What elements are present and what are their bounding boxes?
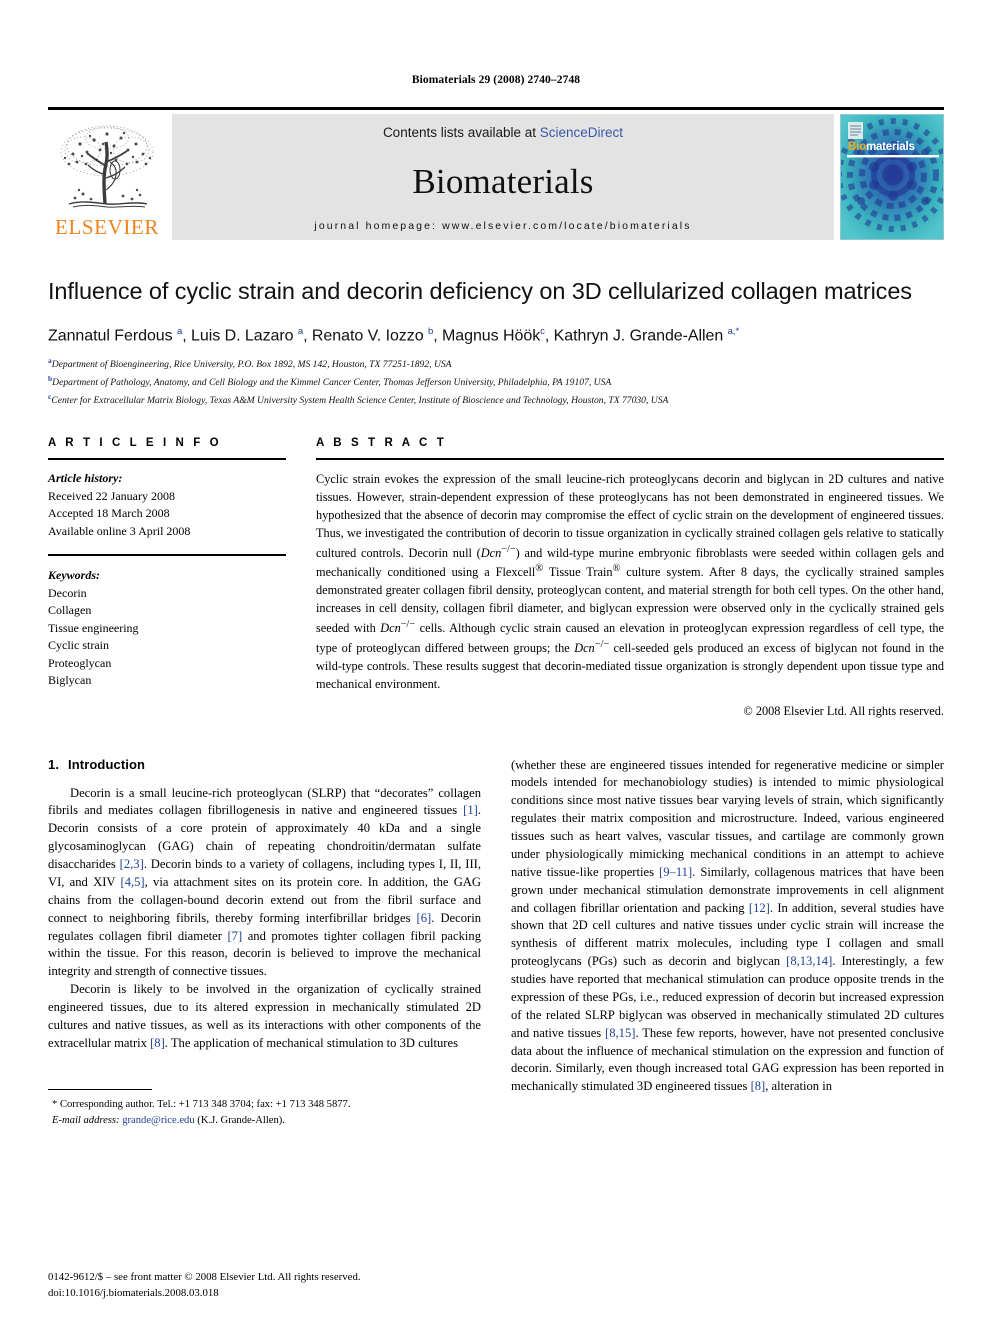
journal-homepage-link[interactable]: journal homepage: www.elsevier.com/locat… <box>314 220 691 232</box>
article-info-rule-mid <box>48 554 286 557</box>
info-abstract-row: A R T I C L E I N F O Article history: R… <box>48 437 944 719</box>
affiliation-c: cCenter for Extracellular Matrix Biology… <box>48 391 944 409</box>
cover-title-bio: Bio <box>848 141 866 153</box>
paragraph: (whether these are engineered tissues in… <box>511 757 944 1094</box>
keyword-item: Proteoglycan <box>48 655 112 670</box>
keyword-item: Decorin <box>48 585 87 600</box>
article-history-online: Available online 3 April 2008 <box>48 523 191 538</box>
section-heading-introduction: 1. Introduction <box>48 757 481 772</box>
keyword-item: Biglycan <box>48 673 92 688</box>
article-history-received: Received 22 January 2008 <box>48 488 175 503</box>
imprint-block: 0142-9612/$ – see front matter © 2008 El… <box>48 1270 361 1301</box>
introduction-left-text: Decorin is a small leucine-rich proteogl… <box>48 785 481 1053</box>
abstract-rule-top <box>316 457 944 461</box>
imprint-line-front-matter: 0142-9612/$ – see front matter © 2008 El… <box>48 1271 361 1284</box>
cover-title-materials: materials <box>865 141 915 153</box>
running-head: Biomaterials 29 (2008) 2740–2748 <box>411 74 581 86</box>
section-title: Introduction <box>68 756 146 772</box>
article-history-label: Article history: <box>48 471 123 486</box>
email-link[interactable]: grande@rice.edu <box>122 1115 194 1126</box>
abstract-body: Cyclic strain evokes the expression of t… <box>316 471 944 693</box>
keywords-block: Keywords: Decorin Collagen Tissue engine… <box>48 567 286 690</box>
footnote-block: * Corresponding author. Tel.: +1 713 348… <box>48 1088 481 1129</box>
body-column-left: 1. Introduction Decorin is a small leucin… <box>48 757 481 1130</box>
elsevier-wordmark: ELSEVIER <box>55 215 159 239</box>
article-info-heading: A R T I C L E I N F O <box>48 436 222 449</box>
masthead-top-rule <box>48 107 944 110</box>
journal-masthead: ELSEVIER Contents lists available at Sci… <box>48 114 944 240</box>
introduction-right-text: (whether these are engineered tissues in… <box>511 757 944 1097</box>
abstract-column: A B S T R A C T Cyclic strain evokes the… <box>286 437 944 719</box>
contents-available-line: Contents lists available at ScienceDirec… <box>383 125 623 140</box>
imprint-line-doi: doi:10.1016/j.biomaterials.2008.03.018 <box>48 1286 219 1299</box>
article-info-rule-top <box>48 457 286 461</box>
journal-article-page: Biomaterials 29 (2008) 2740–2748 ELSEVIE… <box>0 0 992 1323</box>
corresponding-author-note: * Corresponding author. Tel.: +1 713 348… <box>52 1099 351 1111</box>
affiliation-a: aDepartment of Bioengineering, Rice Univ… <box>48 355 944 373</box>
abstract-paragraph: Cyclic strain evokes the expression of t… <box>316 472 945 691</box>
affiliation-b: bDepartment of Pathology, Anatomy, and C… <box>48 373 944 391</box>
article-history-block: Article history: Received 22 January 200… <box>48 470 286 540</box>
journal-title: Biomaterials <box>412 161 594 201</box>
email-note: E-mail address: grande@rice.edu (K.J. Gr… <box>48 1113 481 1129</box>
article-history-accepted: Accepted 18 March 2008 <box>48 506 170 521</box>
keyword-item: Cyclic strain <box>48 638 109 653</box>
affiliation-text-a: Department of Bioengineering, Rice Unive… <box>51 359 452 371</box>
article-info-column: A R T I C L E I N F O Article history: R… <box>48 437 286 690</box>
author-list: Zannatul Ferdous a, Luis D. Lazaro a, Re… <box>48 326 740 345</box>
affiliation-list: aDepartment of Bioengineering, Rice Univ… <box>48 355 944 408</box>
paragraph: Decorin is likely to be involved in the … <box>48 982 481 1050</box>
section-number: 1. <box>48 756 60 772</box>
abstract-copyright: © 2008 Elsevier Ltd. All rights reserved… <box>743 703 944 718</box>
keyword-item: Tissue engineering <box>48 620 139 635</box>
footnote-separator-rule <box>48 1088 152 1091</box>
elsevier-logo: ELSEVIER <box>48 114 166 240</box>
contents-prefix-text: Contents lists available at <box>382 125 540 140</box>
keyword-item: Collagen <box>48 603 92 618</box>
body-columns: 1. Introduction Decorin is a small leucin… <box>48 757 944 1130</box>
affiliation-text-c: Center for Extracellular Matrix Biology,… <box>51 395 669 407</box>
email-label: E-mail address: <box>52 1115 120 1127</box>
email-owner: (K.J. Grande-Allen). <box>197 1115 285 1127</box>
paragraph: Decorin is a small leucine-rich proteogl… <box>48 785 482 979</box>
masthead-center-panel: Contents lists available at ScienceDirec… <box>172 114 834 240</box>
body-column-right: (whether these are engineered tissues in… <box>511 757 944 1130</box>
elsevier-tree-icon <box>53 120 161 216</box>
abstract-heading: A B S T R A C T <box>316 436 447 449</box>
sciencedirect-link[interactable]: ScienceDirect <box>540 125 623 140</box>
affiliation-text-b: Department of Pathology, Anatomy, and Ce… <box>52 377 612 389</box>
journal-cover-thumbnail[interactable]: Biomaterials <box>840 114 944 240</box>
title-block: Influence of cyclic strain and decorin d… <box>48 276 944 409</box>
keywords-label: Keywords: <box>48 568 100 583</box>
page-title: Influence of cyclic strain and decorin d… <box>48 278 912 304</box>
